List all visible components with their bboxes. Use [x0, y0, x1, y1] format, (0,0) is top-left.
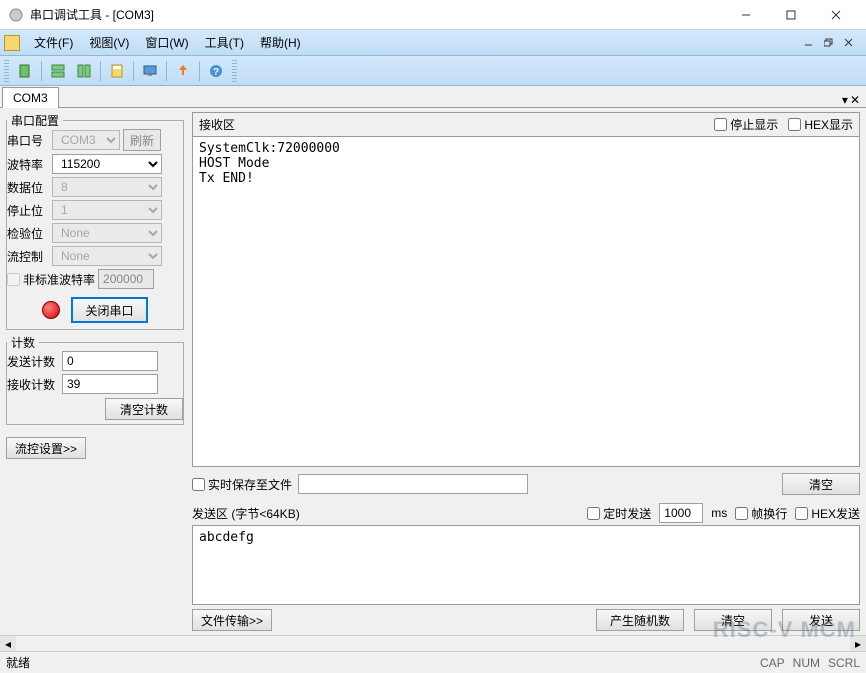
- menu-view[interactable]: 视图(V): [81, 31, 137, 54]
- toolbar-tile-h-icon[interactable]: [46, 59, 70, 83]
- main-panel: 接收区 停止显示 HEX显示 SystemClk:72000000 HOST M…: [190, 108, 866, 635]
- frame-wrap-checkbox[interactable]: 帧换行: [735, 505, 787, 522]
- tab-dropdown-icon[interactable]: ▾: [842, 93, 848, 107]
- status-ready: 就绪: [6, 654, 30, 671]
- stopbits-select[interactable]: 1: [52, 200, 162, 220]
- hex-display-checkbox[interactable]: HEX显示: [788, 116, 853, 133]
- flow-label: 流控制: [7, 248, 49, 265]
- mdi-restore-button[interactable]: [820, 35, 838, 51]
- status-indicator-icon: [42, 301, 60, 319]
- minimize-button[interactable]: [723, 1, 768, 29]
- content-area: 串口配置 串口号 COM3 刷新 波特率 115200 数据位 8 停止位 1 …: [0, 108, 866, 635]
- mdi-close-button[interactable]: [840, 35, 858, 51]
- recv-count-label: 接收计数: [7, 376, 59, 393]
- timed-send-input[interactable]: [659, 503, 703, 523]
- flowctrl-settings-button[interactable]: 流控设置>>: [6, 437, 86, 459]
- timed-send-checkbox[interactable]: 定时发送: [587, 505, 651, 522]
- app-icon: [8, 7, 24, 23]
- send-count-input[interactable]: [62, 351, 158, 371]
- stopbits-label: 停止位: [7, 202, 49, 219]
- serial-config-group: 串口配置 串口号 COM3 刷新 波特率 115200 数据位 8 停止位 1 …: [6, 112, 184, 330]
- window-title: 串口调试工具 - [COM3]: [30, 6, 723, 23]
- databits-label: 数据位: [7, 179, 49, 196]
- baud-select[interactable]: 115200: [52, 154, 162, 174]
- databits-select[interactable]: 8: [52, 177, 162, 197]
- tabstrip: COM3 ▾ ✕: [0, 86, 866, 108]
- menubar: 文件(F) 视图(V) 窗口(W) 工具(T) 帮助(H): [0, 30, 866, 56]
- send-button[interactable]: 发送: [782, 609, 860, 631]
- file-transfer-button[interactable]: 文件传输>>: [192, 609, 272, 631]
- send-title: 发送区 (字节<64KB): [192, 505, 300, 522]
- count-group: 计数 发送计数 接收计数 清空计数: [6, 334, 184, 425]
- status-cap: CAP: [760, 656, 785, 670]
- recv-header: 接收区 停止显示 HEX显示: [192, 112, 860, 136]
- flow-select[interactable]: None: [52, 246, 162, 266]
- status-scrl: SCRL: [828, 656, 860, 670]
- toolbar: ?: [0, 56, 866, 86]
- parity-select[interactable]: None: [52, 223, 162, 243]
- pause-display-checkbox[interactable]: 停止显示: [714, 116, 778, 133]
- menu-window[interactable]: 窗口(W): [137, 31, 196, 54]
- toolbar-monitor-icon[interactable]: [138, 59, 162, 83]
- sidebar: 串口配置 串口号 COM3 刷新 波特率 115200 数据位 8 停止位 1 …: [0, 108, 190, 635]
- send-count-label: 发送计数: [7, 353, 59, 370]
- recv-count-input[interactable]: [62, 374, 158, 394]
- clear-count-button[interactable]: 清空计数: [105, 398, 183, 420]
- recv-title: 接收区: [199, 116, 235, 133]
- tab-close-icon[interactable]: ✕: [850, 93, 860, 107]
- port-select[interactable]: COM3: [52, 130, 120, 150]
- recv-clear-button[interactable]: 清空: [782, 473, 860, 495]
- horizontal-scrollbar[interactable]: ◂ ▸: [0, 635, 866, 651]
- toolbar-help-icon[interactable]: ?: [204, 59, 228, 83]
- statusbar: 就绪 CAP NUM SCRL: [0, 651, 866, 673]
- status-num: NUM: [793, 656, 820, 670]
- menu-tools[interactable]: 工具(T): [197, 31, 252, 54]
- save-path-input[interactable]: [298, 474, 528, 494]
- menu-app-icon[interactable]: [4, 35, 20, 51]
- port-label: 串口号: [7, 132, 49, 149]
- close-button[interactable]: [813, 1, 858, 29]
- toolbar-grip[interactable]: [4, 60, 9, 82]
- parity-label: 检验位: [7, 225, 49, 242]
- count-legend: 计数: [7, 334, 39, 351]
- send-textarea[interactable]: abcdefg: [192, 525, 860, 605]
- refresh-button[interactable]: 刷新: [123, 129, 161, 151]
- maximize-button[interactable]: [768, 1, 813, 29]
- serial-config-legend: 串口配置: [7, 112, 63, 129]
- nonstd-baud-checkbox[interactable]: 非标准波特率: [7, 271, 95, 288]
- tab-com3[interactable]: COM3: [2, 87, 59, 108]
- save-to-file-checkbox[interactable]: 实时保存至文件: [192, 476, 292, 493]
- toolbar-tile-v-icon[interactable]: [72, 59, 96, 83]
- menu-help[interactable]: 帮助(H): [252, 31, 309, 54]
- scroll-left-icon[interactable]: ◂: [0, 636, 16, 651]
- mdi-minimize-button[interactable]: [800, 35, 818, 51]
- close-port-button[interactable]: 关闭串口: [71, 297, 147, 323]
- nonstd-baud-input[interactable]: [98, 269, 154, 289]
- svg-text:?: ?: [213, 67, 219, 78]
- send-clear-button[interactable]: 清空: [694, 609, 772, 631]
- toolbar-calc-icon[interactable]: [105, 59, 129, 83]
- hex-send-checkbox[interactable]: HEX发送: [795, 505, 860, 522]
- timed-send-unit: ms: [711, 506, 727, 520]
- toolbar-grip-end[interactable]: [232, 60, 237, 82]
- toolbar-new-icon[interactable]: [13, 59, 37, 83]
- recv-textarea[interactable]: SystemClk:72000000 HOST Mode Tx END!: [192, 136, 860, 467]
- titlebar: 串口调试工具 - [COM3]: [0, 0, 866, 30]
- scroll-right-icon[interactable]: ▸: [850, 636, 866, 651]
- random-button[interactable]: 产生随机数: [596, 609, 684, 631]
- baud-label: 波特率: [7, 156, 49, 173]
- toolbar-upload-icon[interactable]: [171, 59, 195, 83]
- menu-file[interactable]: 文件(F): [26, 31, 81, 54]
